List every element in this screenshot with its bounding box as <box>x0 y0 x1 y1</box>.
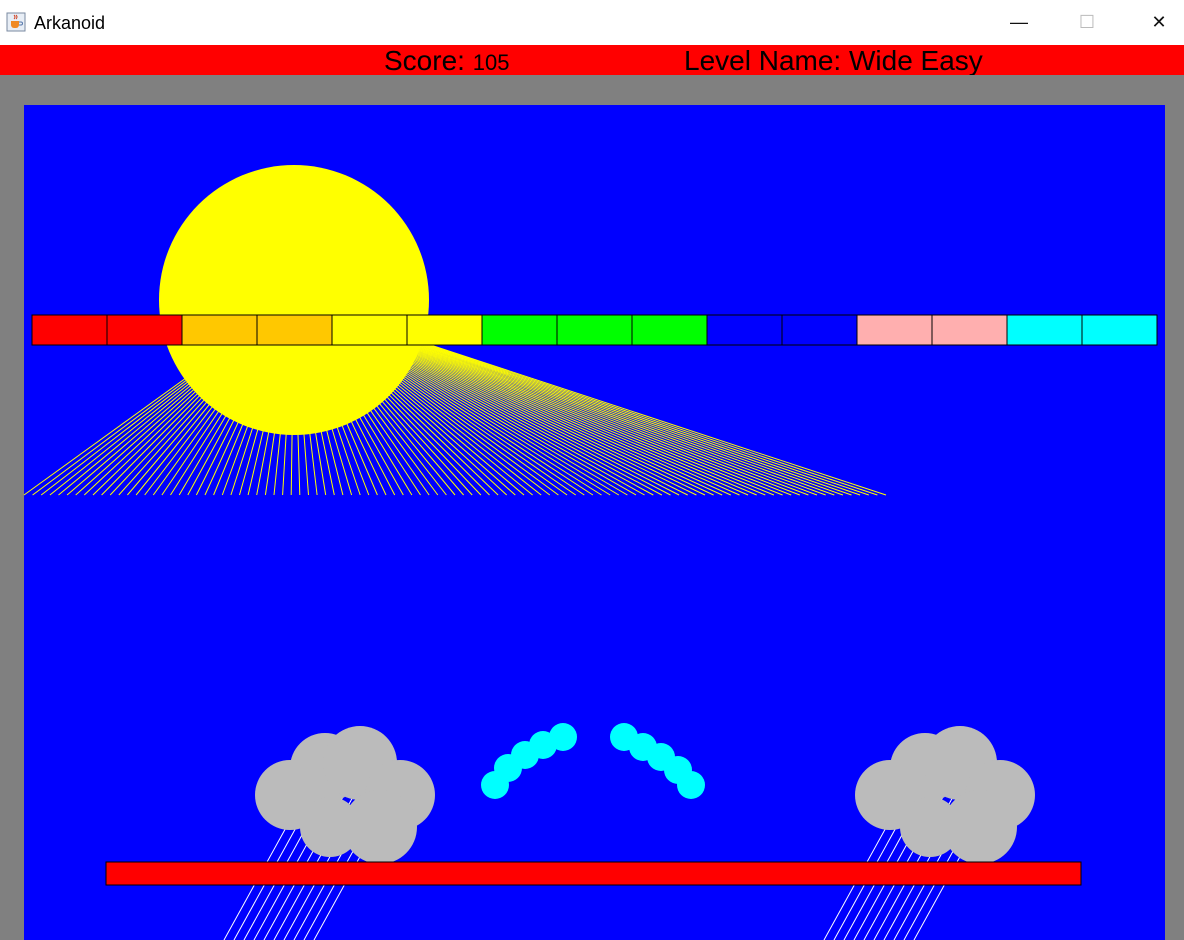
block <box>1006 314 1083 346</box>
block <box>331 314 408 346</box>
title-bar: Arkanoid — ☐ ✕ <box>0 0 1184 45</box>
paddle[interactable] <box>105 861 1082 886</box>
level-label: Level Name: <box>684 45 842 76</box>
block <box>856 314 933 346</box>
window-title: Arkanoid <box>34 13 106 33</box>
cloud-puff <box>900 797 960 857</box>
close-button[interactable]: ✕ <box>1136 0 1182 45</box>
minimize-icon: — <box>1010 12 1028 32</box>
block <box>556 314 633 346</box>
block <box>406 314 483 346</box>
block <box>706 314 783 346</box>
block <box>631 314 708 346</box>
score-indicator: Score: 105 <box>384 45 509 79</box>
level-indicator: Level Name: Wide Easy <box>684 45 983 77</box>
block <box>106 314 183 346</box>
block <box>781 314 858 346</box>
block <box>31 314 108 346</box>
cloud-puff <box>300 797 360 857</box>
sun <box>159 165 429 435</box>
score-label: Score: <box>384 45 465 76</box>
game-canvas[interactable] <box>0 75 1184 940</box>
block <box>181 314 258 346</box>
level-name: Wide Easy <box>848 45 983 76</box>
maximize-button[interactable]: ☐ <box>1064 0 1110 45</box>
block <box>481 314 558 346</box>
minimize-button[interactable]: — <box>996 0 1042 45</box>
block-row <box>31 314 1158 346</box>
close-icon: ✕ <box>1151 12 1167 32</box>
block <box>931 314 1008 346</box>
score-bar: Score: 105 Level Name: Wide Easy <box>0 45 1184 77</box>
java-coffee-icon <box>6 12 26 32</box>
block <box>256 314 333 346</box>
block <box>1081 314 1158 346</box>
score-value: 105 <box>472 50 510 75</box>
ball <box>677 771 705 799</box>
maximize-icon: ☐ <box>1078 12 1096 32</box>
ball <box>549 723 577 751</box>
